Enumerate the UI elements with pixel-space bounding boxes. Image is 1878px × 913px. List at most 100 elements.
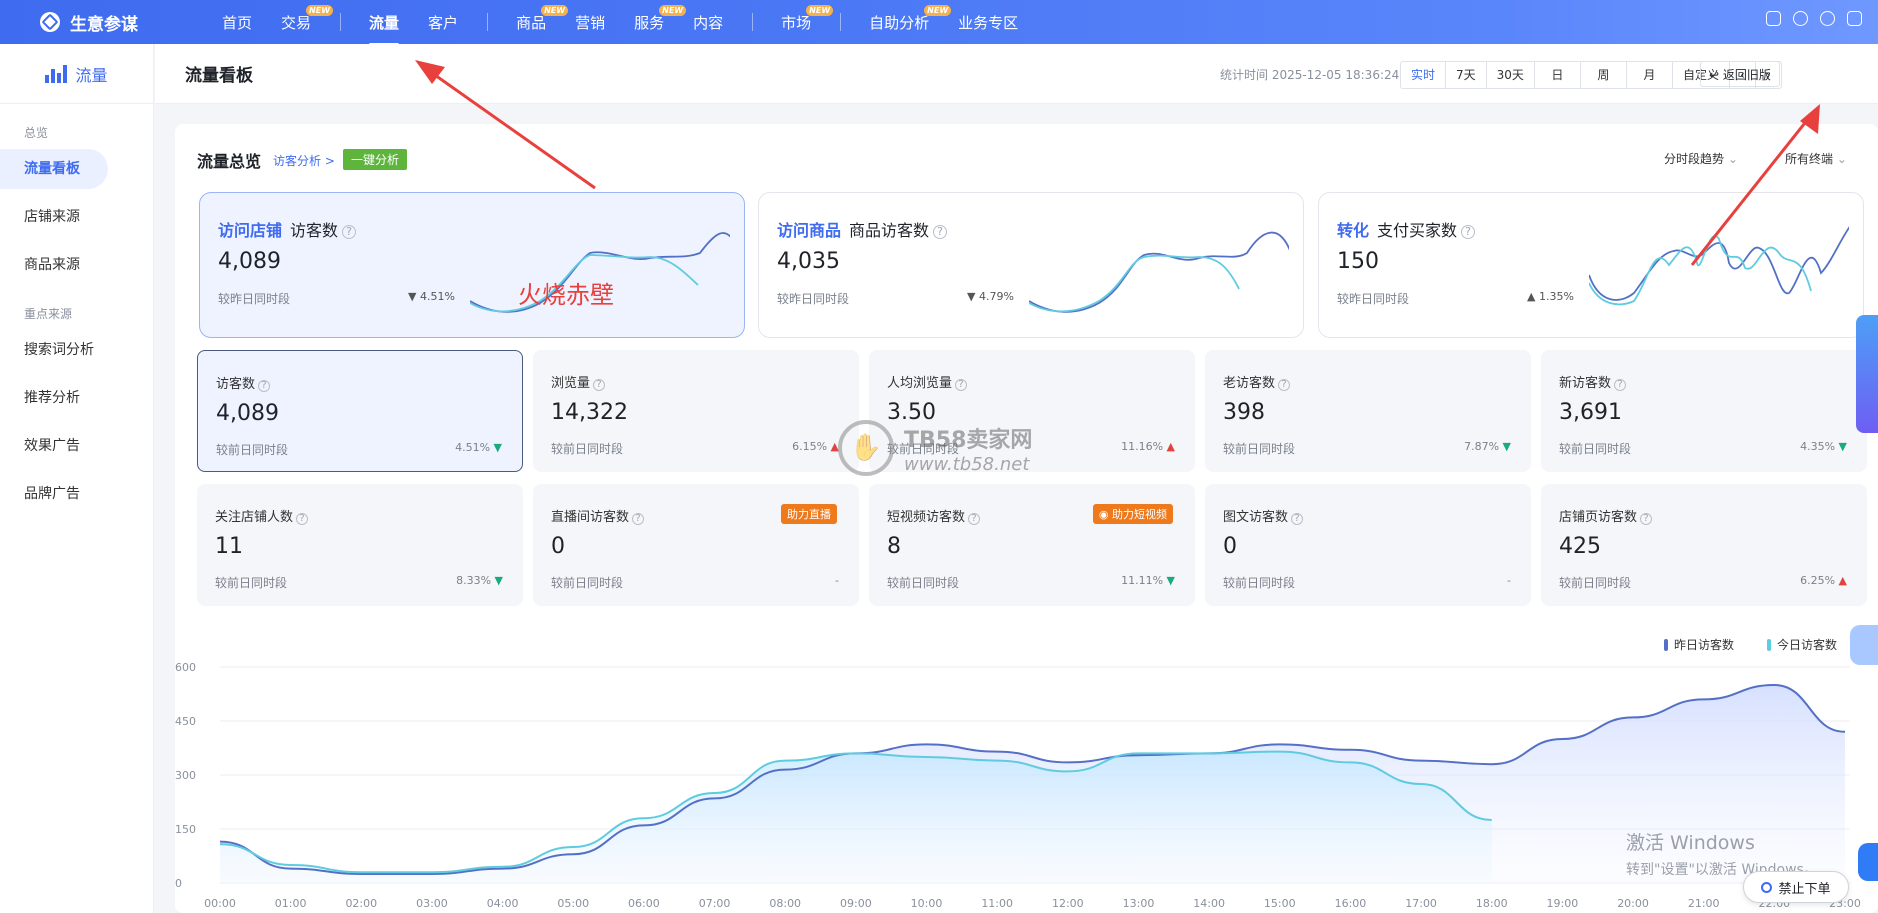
question-icon: ?: [1291, 513, 1304, 525]
visitor-analysis-link[interactable]: 访客分析 >: [273, 152, 335, 169]
nav-content[interactable]: 内容: [693, 12, 723, 33]
nav-home[interactable]: 首页: [222, 12, 252, 33]
floating-side-tab[interactable]: [1856, 315, 1878, 433]
x-tick-label: 15:00: [1264, 897, 1296, 910]
metric-pct: -: [1507, 574, 1511, 587]
nav-customer[interactable]: 客户: [428, 12, 458, 33]
metric-value: 14,322: [551, 400, 628, 425]
nav-self-analysis[interactable]: 自助分析 NEW: [869, 4, 952, 33]
x-tick-label: 14:00: [1193, 897, 1225, 910]
x-tick-label: 20:00: [1617, 897, 1649, 910]
brand-logo-icon: [40, 12, 60, 32]
x-tick-label: 21:00: [1688, 897, 1720, 910]
new-badge: NEW: [806, 4, 834, 16]
sidebar-item-shop-source[interactable]: 店铺来源: [0, 197, 153, 237]
x-tick-label: 05:00: [557, 897, 589, 910]
message-icon[interactable]: [1766, 11, 1781, 26]
time-btn-7d[interactable]: 7天: [1446, 62, 1487, 88]
sidebar-group-label: 重点来源: [24, 307, 73, 321]
metric-pct: 7.87% ▼: [1464, 440, 1511, 453]
brand[interactable]: 生意参谋: [40, 10, 222, 35]
metric-card-new-visitors[interactable]: 新访客数? 3,691 较前日同时段 4.35% ▼: [1541, 350, 1867, 472]
boost-short-video-badge[interactable]: ◉ 助力短视频: [1092, 504, 1173, 524]
time-btn-day[interactable]: 日: [1535, 62, 1581, 88]
big-card-title: 访问商品 商品访客数?: [777, 217, 948, 241]
logout-icon[interactable]: [1847, 11, 1862, 26]
big-card-shop-visit[interactable]: 访问店铺 访客数? 4,089 较昨日同时段 ▼ 4.51%: [199, 192, 745, 338]
metric-card-shop-page-visitors[interactable]: 店铺页访客数? 425 较前日同时段 6.25% ▲: [1541, 484, 1867, 606]
nav-service[interactable]: 服务 NEW: [634, 4, 687, 33]
hand-logo-icon: ✋: [838, 420, 894, 476]
sidebar-item-goods-source[interactable]: 商品来源: [0, 245, 153, 285]
one-click-analysis-button[interactable]: 一键分析: [343, 149, 408, 170]
metric-value: 0: [1223, 534, 1237, 559]
question-icon: ?: [933, 225, 948, 239]
question-icon: ?: [258, 380, 271, 392]
help-icon[interactable]: [1820, 11, 1835, 26]
metric-pct: 6.25% ▲: [1800, 574, 1847, 587]
metric-card-visitors[interactable]: 访客数? 4,089 较前日同时段 4.51% ▼: [197, 350, 523, 472]
x-tick-label: 19:00: [1547, 897, 1579, 910]
stop-order-button[interactable]: 禁止下单: [1743, 871, 1849, 903]
sidebar-item-brand-ads[interactable]: 品牌广告: [0, 474, 153, 514]
nav-traffic[interactable]: 流量: [369, 12, 400, 46]
time-btn-30d[interactable]: 30天: [1487, 62, 1535, 88]
nav-business-zone[interactable]: 业务专区: [958, 12, 1018, 33]
x-tick-label: 06:00: [628, 897, 660, 910]
big-card-goods-visit[interactable]: 访问商品 商品访客数? 4,035 较昨日同时段 ▼ 4.79%: [758, 192, 1304, 338]
sidebar-title: 流量: [75, 65, 108, 85]
metric-pct: 6.15% ▲: [792, 440, 839, 453]
nav-trade[interactable]: 交易 NEW: [281, 4, 334, 33]
time-btn-month[interactable]: 月: [1627, 62, 1673, 88]
big-card-value: 150: [1337, 249, 1379, 274]
metric-card-short-video-visitors[interactable]: 短视频访客数? ◉ 助力短视频 8 较前日同时段 11.11% ▼: [869, 484, 1195, 606]
trend-select[interactable]: 分时段趋势: [1664, 150, 1738, 167]
sidebar-item-recommend[interactable]: 推荐分析: [0, 378, 153, 418]
metric-card-shop-followers[interactable]: 关注店铺人数? 11 较前日同时段 8.33% ▼: [197, 484, 523, 606]
back-to-old-button[interactable]: ↩ 返回旧版: [1700, 61, 1780, 87]
metric-compare: 较前日同时段: [887, 576, 960, 590]
nav-goods[interactable]: 商品 NEW: [516, 4, 569, 33]
time-btn-realtime[interactable]: 实时: [1401, 62, 1447, 88]
metric-compare: 较前日同时段: [1223, 576, 1296, 590]
terminal-select[interactable]: 所有终端: [1785, 150, 1847, 167]
nav-marketing[interactable]: 营销: [575, 12, 605, 33]
user-icon[interactable]: [1793, 11, 1808, 26]
floating-ai-icon[interactable]: [1850, 625, 1878, 665]
question-icon: ?: [1614, 379, 1627, 391]
metric-pct: -: [835, 574, 839, 587]
top-icons: [1766, 11, 1862, 26]
sidebar-item-effect-ads[interactable]: 效果广告: [0, 426, 153, 466]
time-btn-week[interactable]: 周: [1581, 62, 1627, 88]
sidebar-header[interactable]: 流量: [0, 44, 153, 104]
metric-card-pageviews[interactable]: 浏览量? 14,322 较前日同时段 6.15% ▲: [533, 350, 859, 472]
big-card-pct: ▲ 1.35%: [1527, 290, 1574, 303]
sidebar-group-label: 总览: [24, 126, 49, 140]
big-card-compare: 较昨日同时段: [1337, 292, 1410, 306]
metric-value: 11: [215, 534, 243, 559]
x-tick-label: 11:00: [981, 897, 1013, 910]
x-tick-label: 07:00: [699, 897, 731, 910]
watermark-url: www.tb58.net: [904, 453, 1030, 475]
search-icon: [1761, 881, 1773, 893]
sidebar: 流量 总览 流量看板 店铺来源 商品来源 重点来源 搜索词分析 推荐分析 效果广…: [0, 44, 154, 913]
sidebar-item-search-words[interactable]: 搜索词分析: [0, 330, 153, 370]
metric-card-returning-visitors[interactable]: 老访客数? 398 较前日同时段 7.87% ▼: [1205, 350, 1531, 472]
nav-divider: [840, 13, 842, 31]
help-bot-icon[interactable]: [1858, 843, 1878, 881]
question-icon: ?: [342, 225, 357, 239]
boost-live-badge[interactable]: 助力直播: [781, 504, 837, 524]
x-tick-label: 17:00: [1405, 897, 1437, 910]
x-tick-label: 16:00: [1335, 897, 1367, 910]
x-tick-label: 08:00: [769, 897, 801, 910]
big-card-compare: 较昨日同时段: [777, 292, 850, 306]
watermark-name: TB58卖家网: [904, 427, 1033, 453]
big-card-conversion[interactable]: 转化 支付买家数? 150 较昨日同时段 ▲ 1.35%: [1318, 192, 1864, 338]
metric-card-live-visitors[interactable]: 直播间访客数? 助力直播 0 较前日同时段 -: [533, 484, 859, 606]
metric-card-graphic-visitors[interactable]: 图文访客数? 0 较前日同时段 -: [1205, 484, 1531, 606]
nav-market[interactable]: 市场 NEW: [781, 4, 834, 33]
x-tick-label: 01:00: [275, 897, 307, 910]
sidebar-item-traffic-board[interactable]: 流量看板: [0, 149, 108, 189]
question-icon: ?: [968, 513, 981, 525]
x-tick-label: 03:00: [416, 897, 448, 910]
